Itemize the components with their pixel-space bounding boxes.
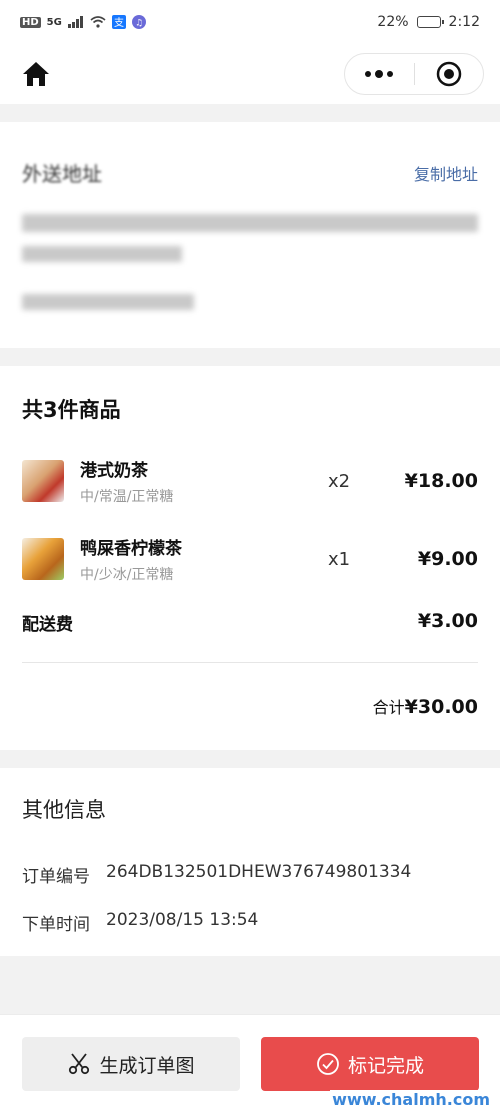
generate-order-image-label: 生成订单图 [99,1054,195,1077]
delivery-fee-value: ¥3.00 [417,610,478,632]
mini-program-capsule [344,53,484,95]
total-row: 合计 ¥30.00 [373,694,478,718]
order-item: 港式奶茶 中/常温/正常糖 x2 ¥18.00 [22,457,478,505]
item-quantity: x1 [328,548,351,570]
signal-icon [67,16,83,28]
order-item: 鸭屎香柠檬茶 中/少冰/正常糖 x1 ¥9.00 [22,535,478,583]
hd-label: HD [20,16,41,28]
battery-percent: 22% [377,14,409,30]
address-line-blurred [22,214,478,232]
svg-text:支: 支 [114,17,124,29]
goods-count-title: 共3件商品 [22,398,121,422]
network-label: 5G [46,16,62,28]
copy-address-link[interactable]: 复制地址 [414,161,478,185]
delivery-fee-label: 配送费 [22,615,73,635]
item-name: 鸭屎香柠檬茶 [80,539,182,559]
divider [22,662,478,663]
address-title: 外送地址 [22,162,102,186]
nav-bar [0,44,500,104]
order-time-label: 下单时间 [22,915,90,935]
goods-card: 共3件商品 港式奶茶 中/常温/正常糖 x2 ¥18.00 鸭屎香柠檬茶 中/少… [0,366,500,750]
close-button[interactable] [415,54,484,94]
item-spec: 中/少冰/正常糖 [80,567,174,583]
other-info-title: 其他信息 [22,798,106,822]
music-icon: ♫ [131,15,146,29]
item-price: ¥18.00 [404,470,478,492]
address-card: 外送地址 复制地址 [0,122,500,348]
clock: 2:12 [448,14,480,30]
item-info: 鸭屎香柠檬茶 中/少冰/正常糖 [80,534,328,584]
check-circle-icon [317,1053,339,1075]
order-time-row: 下单时间 2023/08/15 13:54 [22,910,258,935]
scissors-icon [69,1053,90,1075]
status-right: 22% 2:12 [377,14,480,30]
item-image [22,538,64,580]
item-name: 港式奶茶 [80,461,148,481]
status-bar: HD 5G 支 ♫ 22% 2:12 [0,0,500,44]
item-info: 港式奶茶 中/常温/正常糖 [80,456,328,506]
order-number-label: 订单编号 [22,867,90,887]
item-quantity: x2 [328,470,351,492]
alipay-icon: 支 [111,15,126,29]
total-value: ¥30.00 [404,696,478,718]
address-line-blurred [22,246,182,262]
watermark: www.chalmh.com [330,1090,492,1109]
target-close-icon [436,61,461,87]
delivery-fee-row: 配送费 ¥3.00 [22,610,478,635]
home-icon[interactable] [22,61,50,87]
generate-order-image-button[interactable]: 生成订单图 [22,1037,240,1091]
order-number-value: 264DB132501DHEW376749801334 [106,862,412,882]
battery-icon [416,16,444,28]
item-spec: 中/常温/正常糖 [80,489,174,505]
more-button[interactable] [345,54,414,94]
item-price: ¥9.00 [417,548,478,570]
order-time-value: 2023/08/15 13:54 [106,910,259,930]
mark-complete-label: 标记完成 [347,1054,424,1077]
other-info-card: 其他信息 订单编号 264DB132501DHEW376749801334 下单… [0,768,500,956]
mark-complete-button[interactable]: 标记完成 [261,1037,479,1091]
svg-text:♫: ♫ [135,19,143,29]
order-number-row: 订单编号 264DB132501DHEW376749801334 [22,862,411,887]
more-dots-icon [365,70,394,78]
contact-line-blurred [22,294,194,310]
wifi-icon [90,16,106,28]
total-label: 合计 [372,698,405,717]
item-image [22,460,64,502]
address-header: 外送地址 复制地址 [22,158,478,187]
status-left: HD 5G 支 ♫ [20,15,146,29]
